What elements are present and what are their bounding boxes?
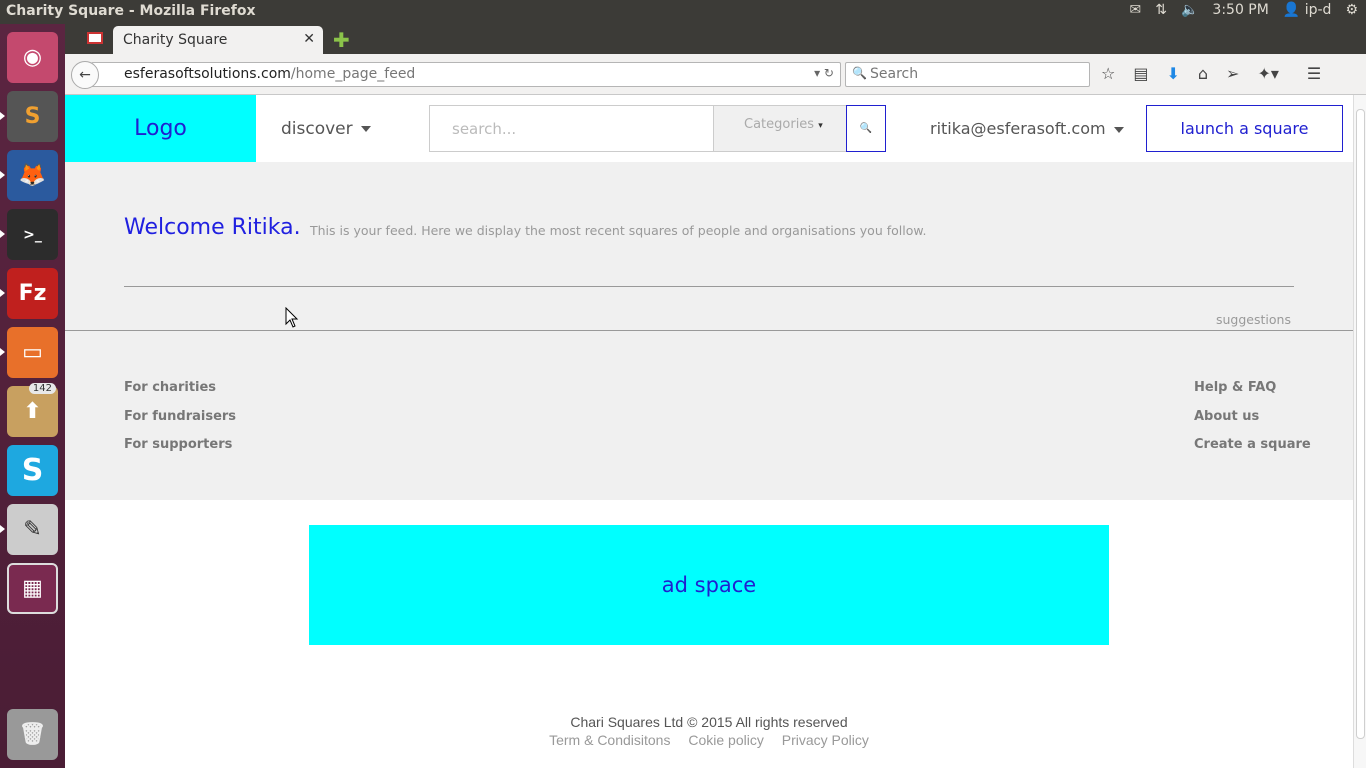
ubuntu-dash-icon[interactable]: ◉ <box>7 32 58 83</box>
workspace-switcher-icon[interactable]: ▦ <box>7 563 58 614</box>
top-panel: Charity Square - Mozilla Firefox ✉ ⇅ 🔈 3… <box>0 0 1366 24</box>
running-indicator <box>0 171 5 179</box>
terminal-icon[interactable]: >_ <box>7 209 58 260</box>
tab-charity-square[interactable]: Charity Square ✕ <box>113 26 323 54</box>
browser-search-input[interactable]: 🔍 Search <box>845 62 1090 87</box>
firefox-icon[interactable]: 🦊 <box>7 150 58 201</box>
footer-links-left: For charities For fundraisers For suppor… <box>124 380 236 466</box>
running-indicator <box>0 289 5 297</box>
reading-list-icon[interactable]: ▤ <box>1133 64 1148 83</box>
tab-strip: Charity Square ✕ ✚ <box>65 24 1366 54</box>
chevron-down-icon <box>360 126 371 132</box>
send-icon[interactable]: ➢ <box>1226 64 1239 83</box>
launch-square-button[interactable]: launch a square <box>1146 105 1343 152</box>
navigation-bar: esferasoftsolutions.com/home_page_feed ▾… <box>65 54 1366 95</box>
url-host: esferasoftsolutions.com <box>124 66 291 82</box>
site-search-input[interactable]: search... <box>429 105 714 152</box>
discover-label: discover <box>281 119 353 139</box>
mouse-cursor-icon <box>285 307 299 328</box>
new-tab-button[interactable]: ✚ <box>333 28 350 52</box>
site-logo[interactable]: Logo <box>65 95 256 162</box>
trash-icon[interactable]: 🗑 <box>7 709 58 760</box>
text-editor-icon[interactable]: ✎ <box>7 504 58 555</box>
divider <box>65 330 1353 331</box>
user-indicator[interactable]: 👤 ip-d <box>1283 2 1332 18</box>
software-updater-icon[interactable]: ⬆ 142 <box>7 383 58 437</box>
ad-space[interactable]: ad space <box>309 525 1109 645</box>
terms-link[interactable]: Term & Condisitons <box>549 732 670 748</box>
toolbar-icons: ☆ ▤ ⬇ ⌂ ➢ ✦▾ ☰ <box>1101 64 1321 83</box>
clock[interactable]: 3:50 PM <box>1212 2 1268 18</box>
back-button[interactable]: ← <box>71 61 99 89</box>
web-page: Logo discover search... Categories ▾ 🔍 r… <box>65 95 1353 768</box>
chevron-down-icon: ▾ <box>818 121 823 131</box>
bookmark-star-icon[interactable]: ☆ <box>1101 64 1115 83</box>
user-name: ip-d <box>1304 2 1332 18</box>
page-scrollbar[interactable] <box>1353 95 1366 768</box>
running-indicator <box>0 348 5 356</box>
files-icon[interactable]: ▭ <box>7 327 58 378</box>
discover-dropdown[interactable]: discover <box>281 119 371 139</box>
search-icon: 🔍 <box>859 123 873 134</box>
categories-label: Categories <box>744 117 815 132</box>
mail-icon[interactable]: ✉ <box>1130 2 1142 18</box>
search-icon: 🔍 <box>852 66 867 80</box>
privacy-policy-link[interactable]: Privacy Policy <box>782 732 869 748</box>
close-icon[interactable]: ✕ <box>303 31 315 47</box>
footer-link-create-square[interactable]: Create a square <box>1194 437 1311 466</box>
url-bar[interactable]: esferasoftsolutions.com/home_page_feed ▾… <box>91 62 841 87</box>
copyright: Chari Squares Ltd © 2015 All rights rese… <box>570 714 848 730</box>
legal-links: Term & Condisitons Cokie policy Privacy … <box>65 732 1353 748</box>
system-indicators: ✉ ⇅ 🔈 3:50 PM 👤 ip-d ⚙ <box>1130 2 1359 18</box>
extension-icon[interactable]: ✦▾ <box>1257 64 1278 83</box>
download-icon[interactable]: ⬇ <box>1166 64 1179 83</box>
footer-link-help[interactable]: Help & FAQ <box>1194 380 1311 409</box>
window-title: Charity Square - Mozilla Firefox <box>6 3 256 19</box>
site-header: Logo discover search... Categories ▾ 🔍 r… <box>65 95 1353 162</box>
sublime-icon[interactable]: S <box>7 91 58 142</box>
categories-dropdown[interactable]: Categories ▾ <box>713 105 847 152</box>
filezilla-icon[interactable]: Fz <box>7 268 58 319</box>
site-search-placeholder: search... <box>452 120 517 138</box>
site-search-button[interactable]: 🔍 <box>846 105 886 152</box>
gear-icon[interactable]: ⚙ <box>1345 2 1358 18</box>
bottom-section: ad space Chari Squares Ltd © 2015 All ri… <box>65 500 1353 768</box>
footer-link-charities[interactable]: For charities <box>124 380 236 409</box>
menu-icon[interactable]: ☰ <box>1307 64 1321 83</box>
chevron-down-icon <box>1113 126 1124 133</box>
footer-link-about[interactable]: About us <box>1194 409 1311 438</box>
user-menu[interactable]: ritika@esferasoft.com <box>930 119 1124 138</box>
scrollbar-thumb[interactable] <box>1356 109 1365 739</box>
launcher: ◉ S 🦊 >_ Fz ▭ ⬆ 142 S ✎ ▦ 🗑 <box>0 24 65 768</box>
footer-link-supporters[interactable]: For supporters <box>124 437 236 466</box>
tab-title: Charity Square <box>123 32 228 48</box>
running-indicator <box>0 230 5 238</box>
updates-badge: 142 <box>28 383 56 394</box>
cookie-policy-link[interactable]: Cokie policy <box>688 732 763 748</box>
skype-icon[interactable]: S <box>7 445 58 496</box>
suggestions-link[interactable]: suggestions <box>1216 312 1291 327</box>
divider <box>124 286 1294 287</box>
volume-icon[interactable]: 🔈 <box>1181 2 1198 18</box>
running-indicator <box>0 525 5 533</box>
footer-links-right: Help & FAQ About us Create a square <box>1194 380 1311 466</box>
running-indicator <box>0 112 5 120</box>
user-email: ritika@esferasoft.com <box>930 119 1106 138</box>
home-icon[interactable]: ⌂ <box>1198 64 1208 83</box>
network-icon[interactable]: ⇅ <box>1155 2 1167 18</box>
browser-search-placeholder: Search <box>870 66 919 82</box>
reload-icon[interactable]: ▾ ↻ <box>814 66 834 80</box>
gmail-pinned-tab[interactable] <box>87 32 103 44</box>
footer-link-fundraisers[interactable]: For fundraisers <box>124 409 236 438</box>
url-path: /home_page_feed <box>290 66 416 82</box>
welcome-heading: Welcome Ritika. <box>124 215 301 240</box>
feed-description: This is your feed. Here we display the m… <box>310 223 927 238</box>
